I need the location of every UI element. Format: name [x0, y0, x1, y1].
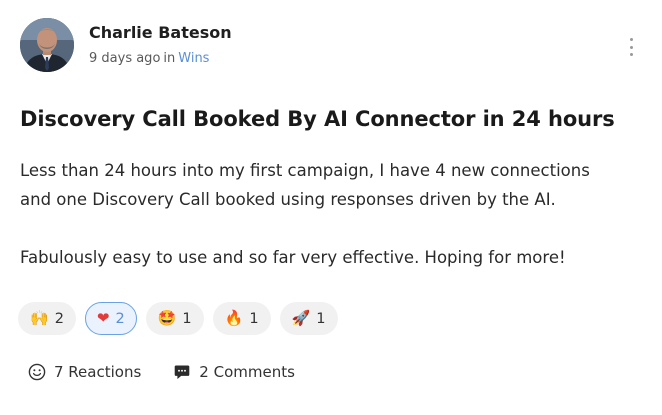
reaction-fire[interactable]: 🔥 1: [212, 302, 271, 335]
post-card: Charlie Bateson 9 days ago in Wins Discove…: [0, 0, 662, 415]
reactions-summary-label: 7 Reactions: [54, 363, 142, 381]
reaction-count: 1: [249, 310, 259, 327]
more-options-icon[interactable]: [624, 38, 638, 56]
reaction-raised-hands[interactable]: 🙌 2: [18, 302, 76, 335]
star-struck-face-icon: 🤩: [157, 309, 177, 327]
avatar-photo: [20, 18, 74, 72]
reaction-heart[interactable]: ❤ 2: [84, 302, 137, 335]
post-body-line: Less than 24 hours into my first campaig…: [20, 161, 590, 180]
avatar[interactable]: [20, 18, 74, 72]
reaction-bar: 🙌 2 ❤ 2 🤩 1 🔥 1 🚀 1: [18, 302, 338, 335]
post-title: Discovery Call Booked By AI Connector in…: [20, 107, 615, 131]
reaction-rocket[interactable]: 🚀 1: [279, 302, 338, 335]
reaction-star-struck[interactable]: 🤩 1: [145, 302, 204, 335]
reaction-count: 2: [54, 310, 64, 327]
post-footer: 7 Reactions 2 Comments: [28, 363, 295, 381]
comment-bubble-icon: [174, 365, 190, 379]
reaction-count: 1: [316, 310, 326, 327]
reaction-count: 2: [115, 310, 125, 327]
post-time: 9 days ago: [89, 51, 161, 66]
comments-label: 2 Comments: [199, 363, 295, 381]
heart-icon: ❤: [96, 309, 110, 327]
post-body-line: Fabulously easy to use and so far very e…: [20, 248, 566, 267]
reactions-summary-button[interactable]: 7 Reactions: [28, 363, 141, 381]
rocket-icon: 🚀: [291, 309, 311, 327]
fire-icon: 🔥: [224, 309, 244, 327]
smiley-icon: [28, 363, 46, 381]
comments-button[interactable]: 2 Comments: [173, 363, 295, 381]
raised-hands-icon: 🙌: [30, 309, 49, 327]
post-meta: 9 days ago in Wins: [89, 51, 209, 66]
reaction-count: 1: [182, 310, 192, 327]
author-name[interactable]: Charlie Bateson: [89, 23, 232, 42]
in-word: in: [163, 51, 176, 66]
category-link[interactable]: Wins: [178, 51, 209, 66]
post-body-line: and one Discovery Call booked using resp…: [20, 190, 556, 209]
post-body: Less than 24 hours into my first campaig…: [20, 156, 640, 272]
